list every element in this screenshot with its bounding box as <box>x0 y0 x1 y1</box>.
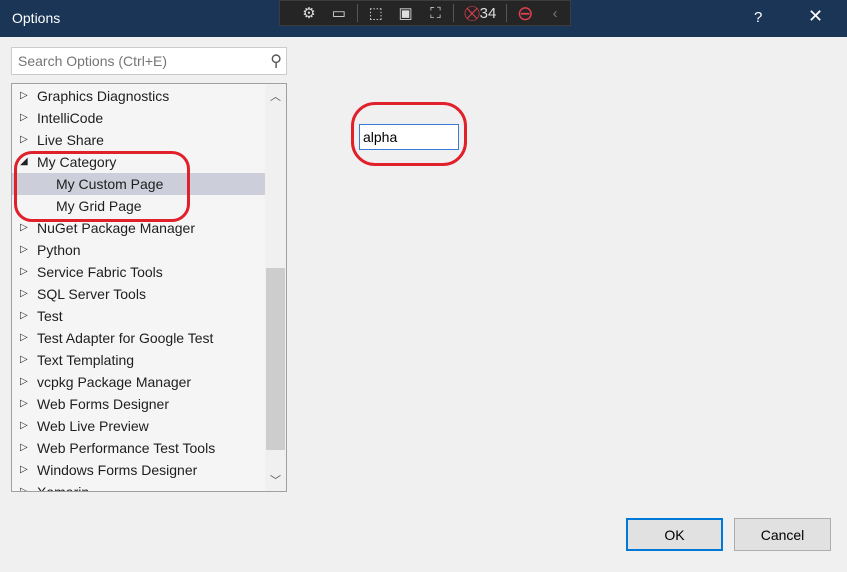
separator <box>506 4 508 22</box>
tree-item[interactable]: ◢ My Category <box>12 151 265 173</box>
scroll-thumb[interactable] <box>266 268 285 450</box>
tree-item-label: NuGet Package Manager <box>37 220 195 236</box>
tree-item-label: IntelliCode <box>37 110 104 126</box>
tree-item-label: Xamarin <box>37 484 90 492</box>
separator <box>356 4 358 22</box>
collapsed-arrow-icon[interactable]: ▷ <box>20 107 28 129</box>
select-element-icon[interactable]: ⬚ <box>361 2 391 24</box>
collapsed-arrow-icon[interactable]: ▷ <box>20 261 28 283</box>
tree-item[interactable]: ▷ vcpkg Package Manager <box>12 371 265 393</box>
collapsed-arrow-icon[interactable]: ▷ <box>20 85 28 107</box>
video-camera-icon[interactable]: ▭ <box>324 2 354 24</box>
separator <box>453 4 455 22</box>
binding-error-icon: ⛒ <box>464 4 480 22</box>
collapsed-arrow-icon[interactable]: ▷ <box>20 129 28 151</box>
tree-item-label: Web Forms Designer <box>37 396 170 412</box>
tree-item[interactable]: ▷ Web Performance Test Tools <box>12 437 265 459</box>
close-button[interactable]: ✕ <box>808 6 823 27</box>
options-tree: ▷ Xamarin ▷ Windows Forms Designer ▷ Web Perf… <box>11 83 287 492</box>
tree-item-label: Python <box>37 242 81 258</box>
collapsed-arrow-icon[interactable]: ▷ <box>20 349 28 371</box>
help-button[interactable]: ? <box>754 9 762 26</box>
tree-item[interactable]: My Custom Page <box>12 173 265 195</box>
collapsed-arrow-icon[interactable]: ▷ <box>20 415 28 437</box>
expanded-arrow-icon[interactable]: ◢ <box>20 151 28 173</box>
tree-item-label: My Custom Page <box>56 176 164 192</box>
tree-item[interactable]: ▷ Test Adapter for Google Test <box>12 327 265 349</box>
tree-item-label: Test Adapter for Google Test <box>37 330 214 346</box>
binding-errors-button[interactable]: ⛒ 34 <box>457 2 503 24</box>
search-icon[interactable]: ⚲ <box>270 51 282 71</box>
tree-item[interactable]: ▷ IntelliCode <box>12 107 265 129</box>
visual-tree-icon[interactable]: ⚙ <box>294 2 324 24</box>
collapsed-arrow-icon[interactable]: ▷ <box>20 327 28 349</box>
title-bar: Options ⚙ ▭ ⬚ ▣ ⛶ ⛒ 34 ⊖ ‹ ? ✕ <box>0 0 847 37</box>
search-box: ⚲ <box>11 47 287 75</box>
tree-item-label: Graphics Diagnostics <box>37 88 170 104</box>
ok-button[interactable]: OK <box>626 518 723 551</box>
tree-item[interactable]: ▷ NuGet Package Manager <box>12 217 265 239</box>
collapsed-arrow-icon[interactable]: ▷ <box>20 459 28 481</box>
tree-item-label: Service Fabric Tools <box>37 264 163 280</box>
collapsed-arrow-icon[interactable]: ▷ <box>20 305 28 327</box>
track-focus-icon[interactable]: ⛶ <box>421 2 451 24</box>
collapsed-arrow-icon[interactable]: ▷ <box>20 239 28 261</box>
tree-item[interactable]: ▷ Text Templating <box>12 349 265 371</box>
tree-item[interactable]: ▷ Web Live Preview <box>12 415 265 437</box>
collapsed-arrow-icon[interactable]: ▷ <box>20 393 28 415</box>
tree-item-label: vcpkg Package Manager <box>37 374 192 390</box>
collapsed-arrow-icon[interactable]: ▷ <box>20 437 28 459</box>
search-input[interactable] <box>12 48 252 74</box>
tree-item[interactable]: ▷ Live Share <box>12 129 265 151</box>
tree-item-label: SQL Server Tools <box>37 286 146 302</box>
cancel-button[interactable]: Cancel <box>734 518 831 551</box>
collapsed-arrow-icon[interactable]: ▷ <box>20 371 28 393</box>
tree-item[interactable]: ▷ Test <box>12 305 265 327</box>
display-layout-adorners-icon[interactable]: ▣ <box>391 2 421 24</box>
debug-toolbar: ⚙ ▭ ⬚ ▣ ⛶ ⛒ 34 ⊖ ‹ <box>279 0 571 26</box>
tree-item[interactable]: ▷ Windows Forms Designer <box>12 459 265 481</box>
tree-item-label: My Category <box>37 154 117 170</box>
tree-item[interactable]: My Grid Page <box>12 195 265 217</box>
tree-item-label: Web Performance Test Tools <box>37 440 216 456</box>
scroll-down-icon[interactable]: ﹀ <box>265 472 286 488</box>
tree-item[interactable]: ▷ Web Forms Designer <box>12 393 265 415</box>
tree-item-label: Text Templating <box>37 352 135 368</box>
option-value-input[interactable] <box>359 124 459 150</box>
tree-item-label: Test <box>37 308 63 324</box>
tree-item-label: Web Live Preview <box>37 418 149 434</box>
collapsed-arrow-icon[interactable]: ▷ <box>20 481 28 491</box>
tree-scrollbar[interactable]: ︿ ﹀ <box>265 84 286 491</box>
stop-icon[interactable]: ⊖ <box>510 2 540 25</box>
scroll-up-icon[interactable]: ︿ <box>265 88 286 104</box>
collapsed-arrow-icon[interactable]: ▷ <box>20 217 28 239</box>
collapsed-arrow-icon[interactable]: ▷ <box>20 283 28 305</box>
tree-item[interactable]: ▷ Service Fabric Tools <box>12 261 265 283</box>
tree-item[interactable]: ▷ Xamarin <box>12 481 265 492</box>
tree-item[interactable]: ▷ Python <box>12 239 265 261</box>
tree-item-label: Live Share <box>37 132 104 148</box>
tree-item-label: My Grid Page <box>56 198 142 214</box>
tree-item[interactable]: ▷ SQL Server Tools <box>12 283 265 305</box>
tree-item[interactable]: ▷ Graphics Diagnostics <box>12 85 265 107</box>
tree-item-label: Windows Forms Designer <box>37 462 198 478</box>
collapse-icon[interactable]: ‹ <box>540 2 570 24</box>
window-title: Options <box>12 10 61 26</box>
